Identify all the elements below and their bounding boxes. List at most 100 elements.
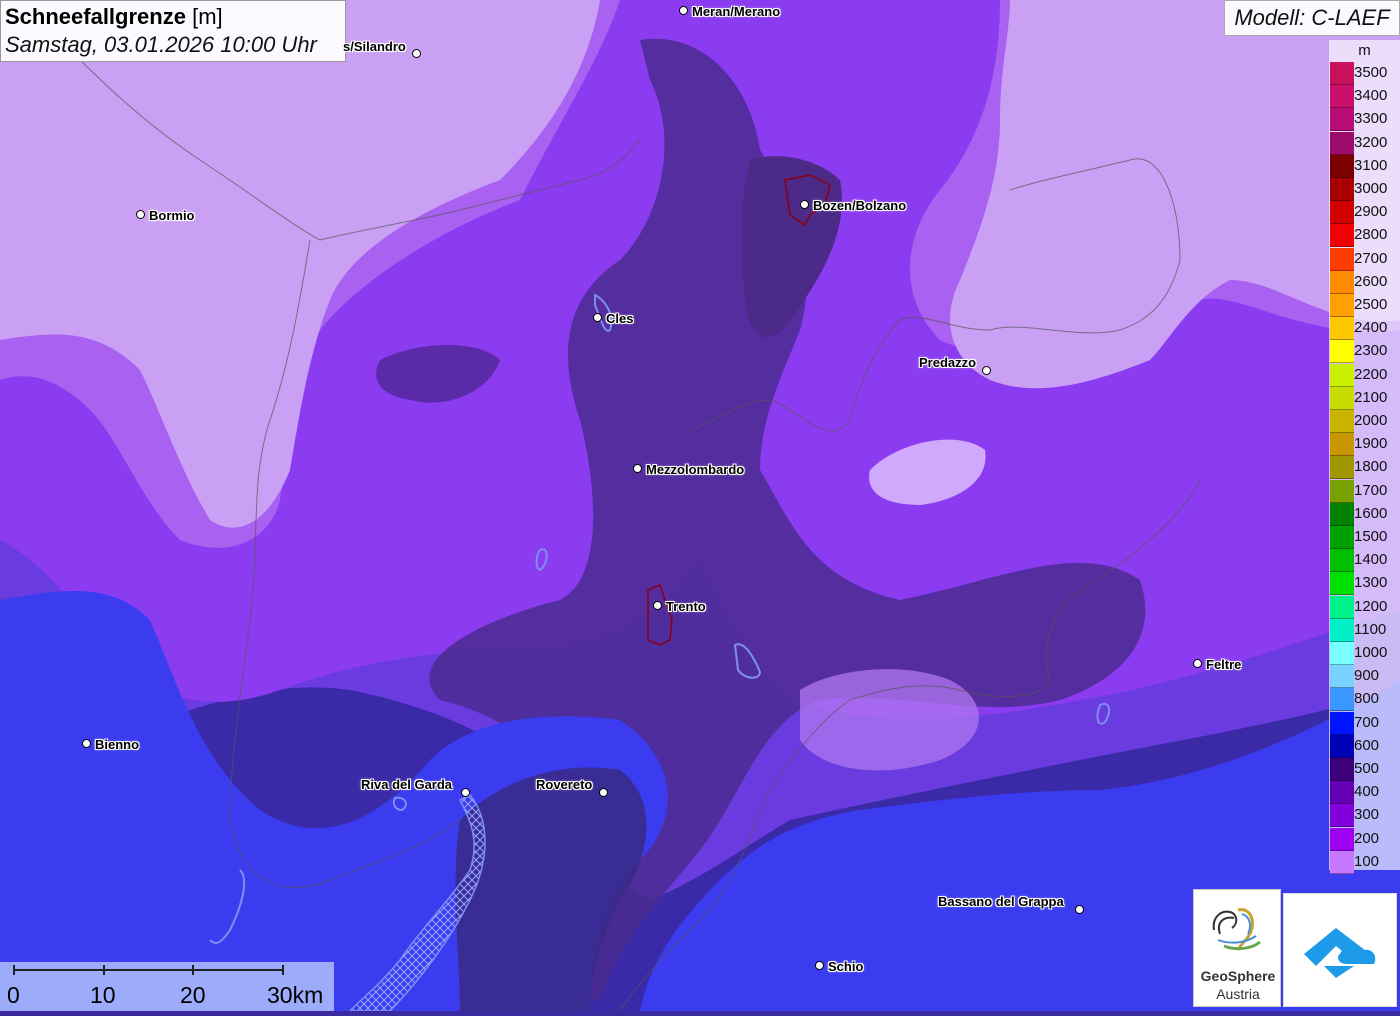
legend-label: 3500 [1354, 64, 1388, 81]
legend-swatch [1330, 108, 1354, 132]
city-marker-icon[interactable] [599, 788, 608, 797]
legend-entry-2200: 2200 [1329, 363, 1400, 387]
legend-entry-1200: 1200 [1329, 595, 1400, 619]
city-label: Cles [606, 311, 634, 326]
legend-label: 500 [1354, 760, 1380, 777]
legend-entry-3500: 3500 [1329, 62, 1400, 85]
city-marker-icon[interactable] [82, 739, 91, 748]
city-marker-icon[interactable] [136, 210, 145, 219]
legend-swatch [1330, 502, 1354, 526]
city-label: Bormio [149, 208, 195, 223]
legend-swatch [1330, 758, 1354, 781]
legend-swatch [1330, 665, 1354, 689]
legend-swatch [1330, 734, 1354, 758]
legend-swatch [1330, 270, 1354, 294]
mountain-cloud-icon [1304, 928, 1376, 978]
snowfall-line-map[interactable] [0, 0, 1400, 1011]
legend-label: 100 [1354, 852, 1380, 870]
legend-label: 1600 [1354, 504, 1388, 522]
legend-label: 2300 [1354, 342, 1388, 360]
city-label: Bassano del Grappa [938, 894, 1064, 909]
title-main: Schneefallgrenze [5, 4, 186, 29]
city-label: s/Silandro [343, 39, 406, 54]
city-marker-icon[interactable] [1075, 905, 1084, 914]
city-marker-icon[interactable] [1193, 659, 1202, 668]
legend-entry-2500: 2500 [1329, 294, 1400, 317]
legend-swatch [1330, 781, 1354, 805]
legend-swatch [1330, 340, 1354, 364]
legend-swatch [1330, 433, 1354, 457]
legend-label: 2400 [1354, 319, 1388, 337]
legend-label: 3100 [1354, 156, 1388, 174]
legend-entry-3100: 3100 [1329, 154, 1400, 178]
legend-label: 2600 [1354, 272, 1388, 290]
legend-entry-2700: 2700 [1329, 247, 1400, 271]
legend-label: 1700 [1354, 481, 1388, 499]
legend-swatch [1330, 131, 1354, 155]
city-marker-icon[interactable] [633, 464, 642, 473]
city-marker-icon[interactable] [679, 6, 688, 15]
legend-label: 1500 [1354, 528, 1388, 545]
city-marker-icon[interactable] [800, 200, 809, 209]
geosphere-name: GeoSphere [1200, 968, 1276, 984]
legend-label: 2000 [1354, 412, 1388, 429]
city-marker-icon[interactable] [593, 313, 602, 322]
color-legend: m 3500 3400 3300 3200 3100 3000 2900 2800 2700 26… [1329, 40, 1400, 874]
city-marker-icon[interactable] [653, 601, 662, 610]
geosphere-country: Austria [1216, 986, 1260, 1002]
legend-label: 600 [1354, 736, 1380, 754]
legend-entry-700: 700 [1329, 711, 1400, 735]
map-title-box: Schneefallgrenze [m] Samstag, 03.01.2026… [0, 0, 346, 62]
legend-entry-1600: 1600 [1329, 502, 1400, 526]
legend-swatch [1330, 62, 1354, 85]
city-marker-icon[interactable] [412, 49, 421, 58]
city-label: Bienno [95, 737, 140, 752]
legend-label: 3400 [1354, 87, 1388, 105]
legend-swatch [1330, 224, 1354, 248]
legend-entry-3200: 3200 [1329, 131, 1400, 155]
city-label: Mezzolombardo [646, 462, 745, 477]
legend-label: 2500 [1354, 296, 1388, 313]
geosphere-logo-icon [1212, 908, 1261, 951]
scale-label-0: 0 [7, 982, 20, 1008]
scale-label-20: 20 [180, 982, 206, 1008]
legend-entry-1300: 1300 [1329, 572, 1400, 596]
legend-label: 2200 [1354, 365, 1388, 383]
legend-entry-400: 400 [1329, 781, 1400, 805]
legend-entry-1100: 1100 [1329, 618, 1400, 642]
legend-label: 1900 [1354, 435, 1388, 453]
legend-label: 1100 [1354, 620, 1387, 638]
legend-swatch [1330, 247, 1354, 271]
legend-label: 3200 [1354, 133, 1388, 151]
legend-entry-2400: 2400 [1329, 317, 1400, 341]
legend-entry-2800: 2800 [1329, 224, 1400, 248]
scale-bar: 0 10 20 30km [0, 962, 334, 1011]
legend-swatch [1330, 479, 1354, 503]
legend-unit: m [1358, 42, 1371, 59]
legend-label: 3000 [1354, 180, 1388, 197]
legend-swatch [1330, 850, 1354, 874]
legend-entry-3400: 3400 [1329, 85, 1400, 109]
legend-label: 3300 [1354, 110, 1388, 128]
legend-entry-3000: 3000 [1329, 178, 1400, 201]
city-label: Trento [666, 599, 706, 614]
legend-entry-200: 200 [1329, 827, 1400, 851]
geosphere-austria-logo[interactable]: GeoSphere Austria [1193, 889, 1281, 1007]
legend-label: 700 [1354, 713, 1380, 731]
legend-entry-1400: 1400 [1329, 549, 1400, 573]
city-marker-icon[interactable] [982, 366, 991, 375]
legend-swatch [1330, 178, 1354, 201]
legend-entry-800: 800 [1329, 688, 1400, 712]
legend-swatch [1330, 572, 1354, 596]
legend-entry-500: 500 [1329, 758, 1400, 781]
city-marker-icon[interactable] [815, 961, 824, 970]
legend-entry-600: 600 [1329, 734, 1400, 758]
weather-app-logo[interactable] [1283, 893, 1397, 1007]
city-marker-icon[interactable] [461, 788, 470, 797]
scale-label-30km: 30km [267, 982, 324, 1008]
city-label: Bozen/Bolzano [813, 198, 907, 213]
legend-entry-1800: 1800 [1329, 456, 1400, 480]
legend-label: 2800 [1354, 226, 1388, 244]
legend-swatch [1330, 201, 1354, 225]
legend-swatch [1330, 688, 1354, 712]
